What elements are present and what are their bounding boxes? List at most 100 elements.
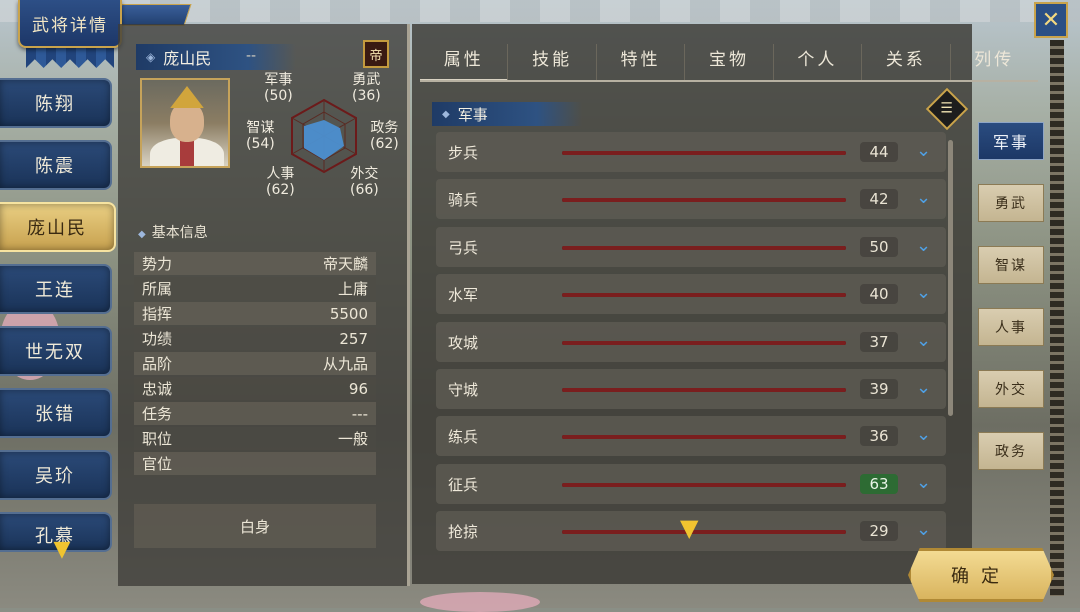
info-row-rank: 品阶 从九品 bbox=[134, 352, 376, 375]
general-item[interactable]: 世无双 bbox=[0, 326, 112, 376]
skill-name: 水军 bbox=[448, 286, 479, 305]
tab-treasures[interactable]: 宝物 bbox=[685, 44, 774, 82]
skill-row[interactable]: 攻城 37 ⌄ bbox=[436, 321, 946, 362]
tab-skills[interactable]: 技能 bbox=[508, 44, 597, 82]
general-item-selected[interactable]: 庞山民 bbox=[0, 202, 116, 252]
skill-bar bbox=[562, 387, 846, 392]
category-list: 军事 勇武 智谋 人事 外交 政务 bbox=[978, 122, 1046, 494]
chevron-down-icon[interactable]: ▼ bbox=[680, 514, 698, 542]
stat-personnel: 人事 (62) bbox=[266, 166, 295, 198]
portrait-sash bbox=[180, 140, 194, 166]
portrait-hat bbox=[170, 86, 204, 108]
info-row-office: 官位 bbox=[134, 452, 376, 475]
skill-name: 抢掠 bbox=[448, 523, 479, 542]
skill-name: 步兵 bbox=[448, 144, 479, 162]
tab-personal[interactable]: 个人 bbox=[774, 44, 863, 82]
skill-value: 44 bbox=[860, 142, 898, 162]
chevron-down-icon[interactable]: ⌄ bbox=[916, 187, 931, 208]
skill-bar bbox=[562, 198, 846, 203]
decorative-rope bbox=[1050, 40, 1064, 596]
skill-row[interactable]: 步兵 44 ⌄ bbox=[436, 132, 946, 172]
chevron-down-icon[interactable]: ⌄ bbox=[916, 519, 931, 540]
general-item[interactable]: 王连 bbox=[0, 264, 112, 314]
general-name: 庞山民 bbox=[163, 49, 212, 68]
chevron-down-icon[interactable]: ⌄ bbox=[916, 282, 931, 303]
skill-list-scrollbar[interactable] bbox=[948, 140, 953, 416]
category-politics[interactable]: 政务 bbox=[978, 432, 1044, 470]
skill-row[interactable]: 弓兵 50 ⌄ bbox=[436, 226, 946, 267]
office-status: 白身 bbox=[134, 504, 376, 548]
skill-bar bbox=[562, 340, 846, 345]
emperor-badge: 帝 bbox=[363, 40, 389, 68]
diamond-icon: ◈ bbox=[146, 50, 156, 64]
stat-strategy: 智谋 (54) bbox=[246, 120, 275, 152]
skill-bar bbox=[562, 530, 846, 535]
skill-bar-fill bbox=[562, 530, 846, 535]
chevron-down-icon[interactable]: ⌄ bbox=[916, 330, 931, 351]
chevron-down-icon[interactable]: ⌄ bbox=[916, 472, 931, 493]
stat-diplomacy: 外交 (66) bbox=[350, 166, 379, 198]
general-list: 陈翔 陈震 庞山民 王连 世无双 张错 吴玠 孔慕 bbox=[0, 78, 118, 564]
info-row-position: 职位 一般 bbox=[134, 427, 376, 450]
skill-list: 步兵 44 ⌄ 骑兵 42 ⌄ 弓兵 50 ⌄ 水军 40 ⌄ 攻城 37 ⌄ … bbox=[436, 132, 946, 559]
chevron-down-icon[interactable]: ⌄ bbox=[916, 377, 931, 398]
skill-bar-fill bbox=[562, 435, 846, 440]
basic-info-header: ◆ 基本信息 bbox=[138, 225, 208, 241]
crossed-swords-icon[interactable]: ✕ bbox=[1034, 2, 1068, 38]
info-row-command: 指挥 5500 bbox=[134, 302, 376, 325]
title-ribbon bbox=[114, 4, 192, 26]
skill-name: 守城 bbox=[448, 380, 479, 399]
category-military[interactable]: 军事 bbox=[978, 122, 1044, 160]
tab-traits[interactable]: 特性 bbox=[597, 44, 686, 82]
chevron-down-icon[interactable]: ⌄ bbox=[916, 424, 931, 445]
tab-relations[interactable]: 关系 bbox=[862, 44, 951, 82]
chevron-down-icon[interactable]: ⌄ bbox=[916, 140, 931, 161]
skill-bar-fill bbox=[562, 293, 846, 298]
category-personnel[interactable]: 人事 bbox=[978, 308, 1044, 346]
skill-row[interactable]: 练兵 36 ⌄ bbox=[436, 416, 946, 457]
page-title: 武将详情 bbox=[18, 0, 122, 48]
diamond-icon: ◆ bbox=[138, 229, 146, 240]
skill-value: 63 bbox=[860, 473, 898, 494]
chevron-down-icon[interactable]: ⌄ bbox=[916, 235, 931, 256]
info-row-faction: 势力 帝天麟 bbox=[134, 252, 376, 275]
category-strategy[interactable]: 智谋 bbox=[978, 246, 1044, 284]
general-item[interactable]: 吴玠 bbox=[0, 450, 112, 500]
skill-value: 37 bbox=[860, 331, 898, 352]
skill-name: 骑兵 bbox=[448, 191, 479, 210]
general-item[interactable]: 陈翔 bbox=[0, 78, 112, 128]
background-blossom bbox=[420, 592, 540, 612]
info-row-affiliation: 所属 上庸 bbox=[134, 277, 376, 300]
tab-bar: 属性 技能 特性 宝物 个人 关系 列传 bbox=[420, 44, 1038, 82]
general-name-plate: ◈ 庞山民 bbox=[136, 44, 296, 70]
chevron-down-icon[interactable]: ▼ bbox=[44, 539, 80, 561]
skill-row[interactable]: 守城 39 ⌄ bbox=[436, 368, 946, 409]
tab-biography[interactable]: 列传 bbox=[951, 44, 1038, 82]
tab-attributes[interactable]: 属性 bbox=[420, 44, 509, 82]
skill-bar bbox=[562, 435, 846, 440]
skill-row[interactable]: 骑兵 42 ⌄ bbox=[436, 179, 946, 220]
basic-info-table: 势力 帝天麟 所属 上庸 指挥 5500 功绩 257 品阶 从九品 忠诚 96 任务 ---… bbox=[134, 252, 376, 477]
category-valor[interactable]: 勇武 bbox=[978, 184, 1044, 222]
skill-bar-fill bbox=[562, 482, 846, 487]
confirm-button[interactable]: 确定 bbox=[908, 548, 1054, 602]
skill-name: 征兵 bbox=[448, 475, 479, 494]
skill-value: 40 bbox=[860, 284, 898, 305]
skill-row[interactable]: 水军 40 ⌄ bbox=[436, 274, 946, 315]
skill-name: 弓兵 bbox=[448, 238, 479, 257]
skill-row[interactable]: 征兵 63 ⌄ bbox=[436, 463, 946, 504]
general-suffix: -- bbox=[246, 48, 257, 64]
info-row-loyalty: 忠诚 96 bbox=[134, 377, 376, 400]
radar-value-shape bbox=[304, 120, 344, 160]
category-diplomacy[interactable]: 外交 bbox=[978, 370, 1044, 408]
general-item[interactable]: 陈震 bbox=[0, 140, 112, 190]
info-row-merit: 功绩 257 bbox=[134, 327, 376, 350]
skill-value: 50 bbox=[860, 236, 898, 257]
skill-bar bbox=[562, 245, 846, 250]
skill-bar bbox=[562, 482, 846, 487]
skill-name: 攻城 bbox=[448, 333, 479, 352]
general-item[interactable]: 张错 bbox=[0, 388, 112, 438]
skill-bar-fill bbox=[562, 245, 846, 250]
tab-divider bbox=[420, 80, 1038, 82]
skill-bar-fill bbox=[562, 387, 846, 392]
